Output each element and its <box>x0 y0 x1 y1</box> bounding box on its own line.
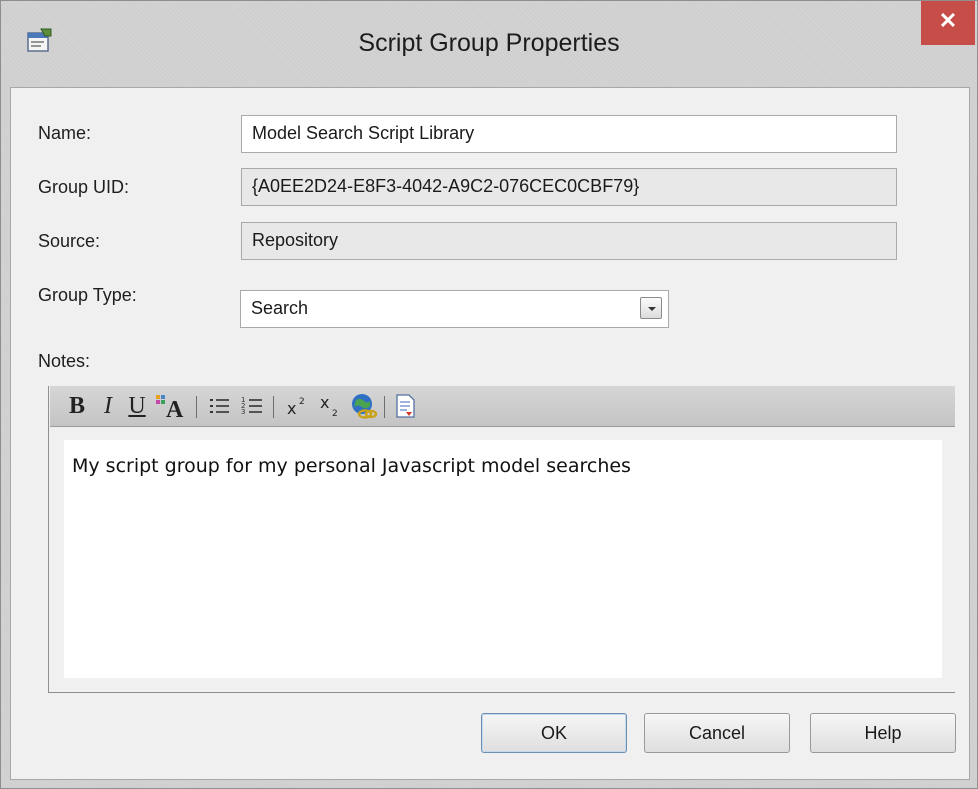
notes-text: My script group for my personal Javascri… <box>72 455 631 477</box>
dialog-body: Name: Model Search Script Library Group … <box>10 87 970 780</box>
hyperlink-button[interactable] <box>348 392 378 420</box>
notes-textarea[interactable]: My script group for my personal Javascri… <box>64 440 942 678</box>
window-title: Script Group Properties <box>358 29 620 57</box>
document-icon <box>396 394 415 418</box>
notes-label: Notes: <box>38 351 91 371</box>
toolbar-separator <box>273 396 274 418</box>
ok-button[interactable]: OK <box>481 713 627 753</box>
font-color-glyph: A <box>166 397 184 420</box>
bold-button[interactable]: B <box>64 392 90 420</box>
svg-text:3: 3 <box>241 408 245 416</box>
close-button[interactable]: ✕ <box>921 1 975 45</box>
name-label: Name: <box>38 123 92 143</box>
bullet-list-icon <box>210 399 229 413</box>
source-label: Source: <box>38 231 101 251</box>
group-type-label: Group Type: <box>38 285 137 305</box>
group-uid-field: {A0EE2D24-E8F3-4042-A9C2-076CEC0CBF79} <box>241 168 897 206</box>
notes-editor: B I U A 1 2 3 x 2 x 2 My script group fo… <box>48 386 955 693</box>
insert-document-button[interactable] <box>392 392 418 420</box>
numbered-list-icon: 1 2 3 <box>241 396 262 416</box>
svg-text:2: 2 <box>332 409 338 419</box>
italic-button[interactable]: I <box>95 392 121 420</box>
title-bar[interactable]: Script Group Properties ✕ <box>1 1 977 87</box>
name-input[interactable]: Model Search Script Library <box>241 115 897 153</box>
svg-text:x: x <box>287 399 296 418</box>
close-icon: ✕ <box>938 8 958 33</box>
subscript-icon: x 2 <box>320 393 338 419</box>
cancel-button[interactable]: Cancel <box>644 713 790 753</box>
font-color-button[interactable]: A <box>154 392 186 423</box>
chevron-down-icon[interactable] <box>640 297 662 319</box>
dialog-window: Script Group Properties ✕ Name: Model Se… <box>0 0 978 789</box>
toolbar-separator <box>384 396 385 418</box>
svg-text:2: 2 <box>299 397 305 407</box>
numbered-list-button[interactable]: 1 2 3 <box>238 392 266 420</box>
font-color-icon: A <box>156 395 184 423</box>
help-button[interactable]: Help <box>810 713 956 753</box>
superscript-button[interactable]: x 2 <box>283 392 313 420</box>
subscript-button[interactable]: x 2 <box>316 392 346 420</box>
formatting-toolbar: B I U A 1 2 3 x 2 x 2 <box>50 386 955 427</box>
hyperlink-icon <box>352 394 378 419</box>
group-type-select[interactable]: Search <box>240 290 669 328</box>
svg-text:x: x <box>320 393 329 412</box>
bullet-list-button[interactable] <box>205 392 233 420</box>
superscript-icon: x 2 <box>287 397 305 418</box>
group-uid-label: Group UID: <box>38 177 130 197</box>
group-type-value: Search <box>251 298 309 318</box>
toolbar-separator <box>196 396 197 418</box>
source-field: Repository <box>241 222 897 260</box>
underline-button[interactable]: U <box>124 392 150 420</box>
